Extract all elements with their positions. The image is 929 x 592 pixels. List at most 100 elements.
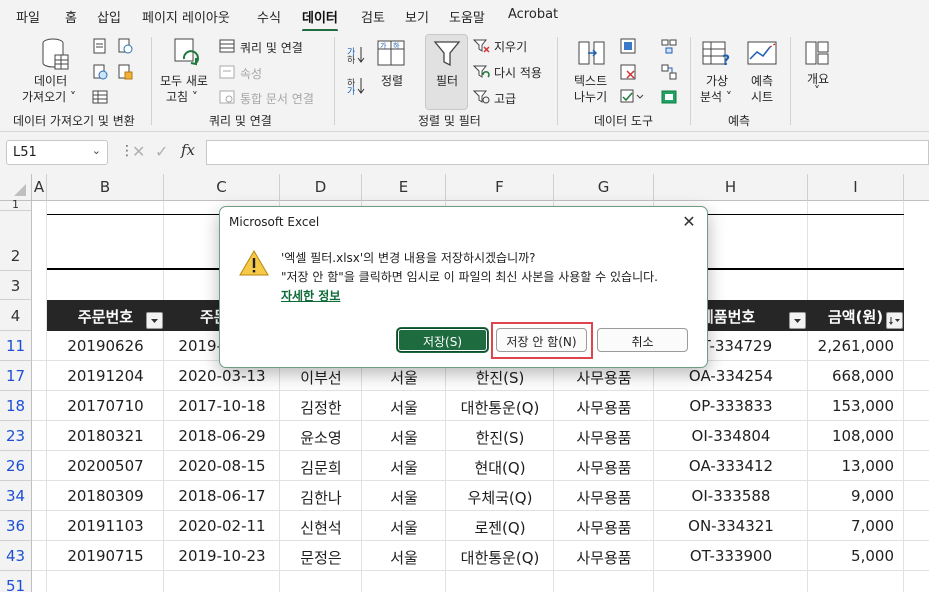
- cell-order-no[interactable]: 20180321: [47, 427, 164, 445]
- cell-region[interactable]: 서울: [362, 487, 446, 508]
- save-button[interactable]: 저장(S): [397, 328, 488, 352]
- cell-region[interactable]: 서울: [362, 397, 446, 418]
- cell-order-no[interactable]: 20200507: [47, 457, 164, 475]
- row-header-11[interactable]: 11: [0, 331, 32, 361]
- column-header-g[interactable]: G: [554, 174, 654, 201]
- cell-amount[interactable]: 9,000: [808, 487, 894, 505]
- what-if-label-2[interactable]: 분석 ˅: [700, 88, 732, 105]
- filter-dropdown-icon[interactable]: [789, 312, 806, 329]
- cell-category[interactable]: 사무용품: [554, 427, 654, 448]
- data-model-icon[interactable]: [661, 89, 677, 105]
- sort-icon[interactable]: 가하: [377, 39, 407, 67]
- cell-product-no[interactable]: OP-333833: [654, 397, 808, 415]
- cell-product-no[interactable]: OI-333588: [654, 487, 808, 505]
- cell-order-no[interactable]: 20191204: [47, 367, 164, 385]
- consolidate-icon[interactable]: [661, 38, 677, 54]
- sort-asc-icon[interactable]: 가하: [346, 44, 366, 64]
- edit-links-button[interactable]: 통합 문서 연결: [240, 90, 314, 107]
- cell-amount[interactable]: 7,000: [808, 517, 894, 535]
- cell-amount[interactable]: 108,000: [808, 427, 894, 445]
- tab-page-layout[interactable]: 페이지 레이아웃: [142, 7, 230, 26]
- row-header-18[interactable]: 18: [0, 391, 32, 421]
- remove-duplicates-icon[interactable]: [620, 64, 636, 80]
- row-header-3[interactable]: 3: [0, 271, 32, 300]
- name-box[interactable]: L51 ⌄: [6, 140, 108, 165]
- cell-amount[interactable]: 5,000: [808, 547, 894, 565]
- refresh-all-label-2[interactable]: 고침 ˅: [166, 88, 198, 105]
- chevron-down-icon[interactable]: ⌄: [92, 144, 101, 157]
- outline-arrow[interactable]: ˅: [814, 84, 820, 98]
- cell-order-date[interactable]: 2017-10-18: [164, 397, 280, 415]
- column-header-e[interactable]: E: [362, 174, 446, 201]
- from-text-icon[interactable]: [92, 38, 108, 54]
- cancel-icon[interactable]: ✕: [132, 142, 145, 161]
- row-header-17[interactable]: 17: [0, 361, 32, 391]
- cell-product-no[interactable]: OA-334254: [654, 367, 808, 385]
- cell-product-no[interactable]: ON-334321: [654, 517, 808, 535]
- text-to-columns-icon[interactable]: [578, 39, 606, 67]
- column-header-b[interactable]: B: [47, 174, 164, 201]
- close-icon[interactable]: ✕: [679, 212, 699, 232]
- advanced-filter-icon[interactable]: [473, 89, 491, 105]
- insert-function-icon[interactable]: fx: [181, 141, 195, 159]
- relationships-icon[interactable]: [661, 64, 677, 80]
- cell-region[interactable]: 서울: [362, 547, 446, 568]
- enter-icon[interactable]: ✓: [155, 142, 168, 161]
- cell-name[interactable]: 이부선: [280, 367, 362, 388]
- cell-category[interactable]: 사무용품: [554, 457, 654, 478]
- row-header-2[interactable]: 2: [0, 211, 32, 271]
- cell-amount[interactable]: 13,000: [808, 457, 895, 475]
- cell-name[interactable]: 김정한: [280, 397, 362, 418]
- forecast-sheet-label-1[interactable]: 예측: [751, 72, 773, 89]
- tab-data[interactable]: 데이터: [302, 7, 338, 32]
- row-header-23[interactable]: 23: [0, 421, 32, 451]
- cell-name[interactable]: 김문희: [280, 457, 362, 478]
- cell-name[interactable]: 김한나: [280, 487, 362, 508]
- get-data-label-2[interactable]: 가져오기 ˅: [22, 88, 76, 105]
- cell-carrier[interactable]: 한진(S): [446, 367, 554, 388]
- cell-product-no[interactable]: OT-333900: [654, 547, 808, 565]
- cell-carrier[interactable]: 로젠(Q): [446, 517, 554, 538]
- cell-carrier[interactable]: 대한통운(Q): [446, 547, 554, 568]
- cell-category[interactable]: 사무용품: [554, 367, 654, 388]
- outline-icon[interactable]: [805, 39, 831, 67]
- reapply-icon[interactable]: [473, 64, 491, 80]
- cancel-button[interactable]: 취소: [597, 328, 688, 352]
- from-web-icon[interactable]: [92, 64, 108, 80]
- cell-order-date[interactable]: 2018-06-17: [164, 487, 280, 505]
- cell-region[interactable]: 서울: [362, 367, 446, 388]
- dont-save-button[interactable]: 저장 안 함(N): [496, 328, 587, 352]
- cell-order-no[interactable]: 20190626: [47, 337, 164, 355]
- cell-category[interactable]: 사무용품: [554, 397, 654, 418]
- get-data-label-1[interactable]: 데이터: [34, 72, 67, 89]
- row-header-1[interactable]: 1: [0, 199, 32, 211]
- sort-filter-applied-icon[interactable]: [886, 312, 903, 329]
- refresh-all-label-1[interactable]: 모두 새로: [160, 72, 208, 89]
- row-header-51[interactable]: 51: [0, 571, 32, 592]
- cell-name[interactable]: 윤소영: [280, 427, 362, 448]
- select-all-corner[interactable]: [0, 174, 32, 201]
- recent-sources-icon[interactable]: [117, 38, 133, 54]
- filter-label[interactable]: 필터: [436, 72, 458, 89]
- column-header-f[interactable]: F: [446, 174, 554, 201]
- what-if-icon[interactable]: ?: [702, 39, 734, 67]
- tab-review[interactable]: 검토: [361, 7, 385, 26]
- clear-filter-icon[interactable]: [473, 38, 491, 54]
- sort-label[interactable]: 정렬: [381, 72, 403, 89]
- column-header-d[interactable]: D: [280, 174, 362, 201]
- cell-region[interactable]: 서울: [362, 427, 446, 448]
- tab-formulas[interactable]: 수식: [257, 7, 281, 26]
- cell-product-no[interactable]: OI-334804: [654, 427, 808, 445]
- cell-region[interactable]: 서울: [362, 457, 446, 478]
- cell-amount[interactable]: 2,261,000: [808, 337, 894, 355]
- reapply-button[interactable]: 다시 적용: [494, 64, 542, 81]
- cell-order-date[interactable]: 2018-06-29: [164, 427, 280, 445]
- row-header-43[interactable]: 43: [0, 541, 32, 571]
- forecast-sheet-icon[interactable]: [747, 39, 779, 67]
- cell-order-date[interactable]: 2020-02-11: [164, 517, 280, 535]
- tab-help[interactable]: 도움말: [449, 7, 485, 26]
- text-to-columns-label-1[interactable]: 텍스트: [574, 72, 607, 89]
- cell-carrier[interactable]: 한진(S): [446, 427, 554, 448]
- cell-order-no[interactable]: 20191103: [47, 517, 164, 535]
- formula-input[interactable]: [206, 140, 929, 165]
